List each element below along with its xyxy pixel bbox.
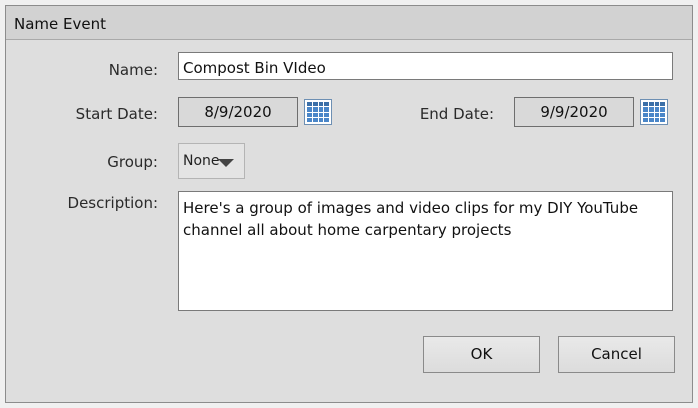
- dialog-title: Name Event: [14, 15, 106, 33]
- name-label: Name:: [108, 61, 158, 79]
- description-textarea[interactable]: Here's a group of images and video clips…: [178, 191, 673, 311]
- group-selected-value: None: [183, 153, 220, 169]
- start-date-field[interactable]: 8/9/2020: [178, 97, 298, 127]
- start-date-calendar-icon[interactable]: [304, 99, 332, 125]
- group-dropdown[interactable]: None: [178, 143, 245, 179]
- name-input[interactable]: Compost Bin VIdeo: [178, 52, 673, 80]
- cancel-button[interactable]: Cancel: [558, 336, 675, 373]
- ok-button[interactable]: OK: [423, 336, 540, 373]
- end-date-label: End Date:: [419, 105, 494, 123]
- end-date-field[interactable]: 9/9/2020: [514, 97, 634, 127]
- chevron-down-icon: [218, 159, 234, 167]
- title-bar[interactable]: Name Event: [6, 6, 692, 40]
- description-label: Description:: [67, 194, 158, 212]
- start-date-label: Start Date:: [75, 105, 158, 123]
- end-date-calendar-icon[interactable]: [640, 99, 668, 125]
- group-label: Group:: [107, 153, 158, 171]
- name-event-dialog: Name Event Name: Compost Bin VIdeo Start…: [5, 5, 693, 403]
